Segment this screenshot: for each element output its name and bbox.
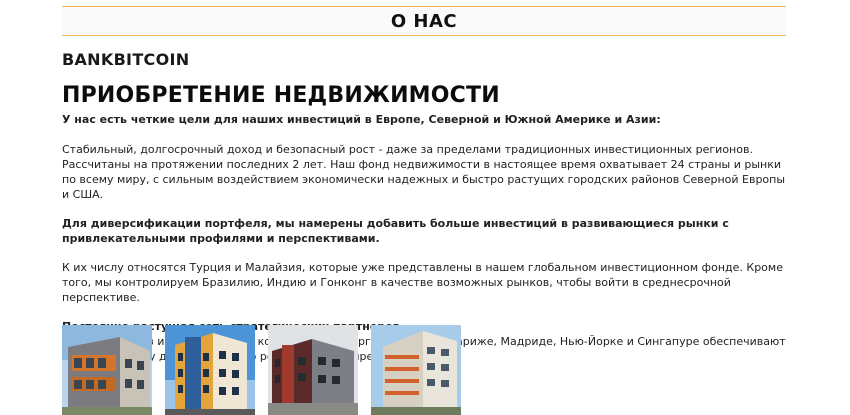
building-gallery <box>62 325 461 415</box>
building-photo-1[interactable] <box>62 325 152 415</box>
section-heading: ПРИОБРЕТЕНИЕ НЕДВИЖИМОСТИ <box>62 83 500 108</box>
about-title: О НАС <box>390 10 458 32</box>
intro-text: У нас есть четкие цели для наших инвести… <box>62 113 661 126</box>
paragraph-diversification: Для диверсификации портфеля, мы намерены… <box>62 217 729 245</box>
about-header: О НАС <box>62 6 786 36</box>
building-photo-3[interactable] <box>268 325 358 415</box>
brand-name: BANKBITCOIN <box>62 50 190 69</box>
paragraph-stable-income: Стабильный, долгосрочный доход и безопас… <box>62 143 786 201</box>
building-photo-2[interactable] <box>165 325 255 415</box>
paragraph-markets: К их числу относятся Турция и Малайзия, … <box>62 261 783 304</box>
about-content: BANKBITCOIN ПРИОБРЕТЕНИЕ НЕДВИЖИМОСТИ У … <box>62 50 790 364</box>
building-photo-4[interactable] <box>371 325 461 415</box>
